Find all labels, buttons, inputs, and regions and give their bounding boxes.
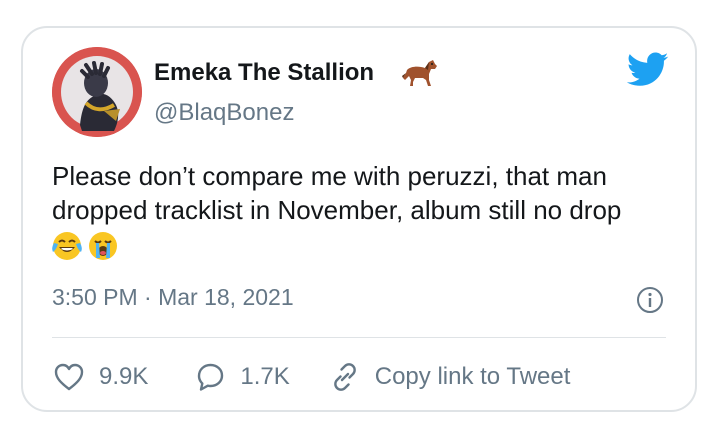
avatar[interactable] xyxy=(52,47,142,137)
reply-count: 1.7K xyxy=(240,363,290,390)
action-bar: 9.9K 1.7K Copy link to Tweet xyxy=(52,359,570,395)
tweet-card[interactable]: Emeka The Stallion @BlaqBonez Please don… xyxy=(21,26,697,412)
tweet-text: Please don’t compare me with peruzzi, th… xyxy=(52,161,622,225)
face-with-tears-of-joy-emoji xyxy=(52,232,82,260)
tweet-emojis xyxy=(51,230,119,264)
reply-bubble-icon xyxy=(198,363,224,391)
display-name[interactable]: Emeka The Stallion xyxy=(154,59,374,87)
link-icon xyxy=(333,363,356,391)
handle[interactable]: @BlaqBonez xyxy=(154,99,294,127)
timestamp[interactable]: 3:50 PM · Mar 18, 2021 xyxy=(52,284,294,311)
info-icon[interactable] xyxy=(636,286,664,314)
copy-link-label: Copy link to Tweet xyxy=(374,363,571,390)
like-button[interactable]: 9.9K xyxy=(52,360,148,394)
like-count: 9.9K xyxy=(99,363,149,390)
horse-emoji xyxy=(402,60,437,86)
reply-button[interactable]: 1.7K xyxy=(193,360,290,394)
twitter-bird-icon[interactable] xyxy=(627,52,669,88)
copy-link-button[interactable]: Copy link to Tweet xyxy=(328,360,571,394)
heart-icon xyxy=(54,363,84,391)
loudly-crying-face-emoji xyxy=(89,232,117,260)
divider xyxy=(52,337,666,338)
